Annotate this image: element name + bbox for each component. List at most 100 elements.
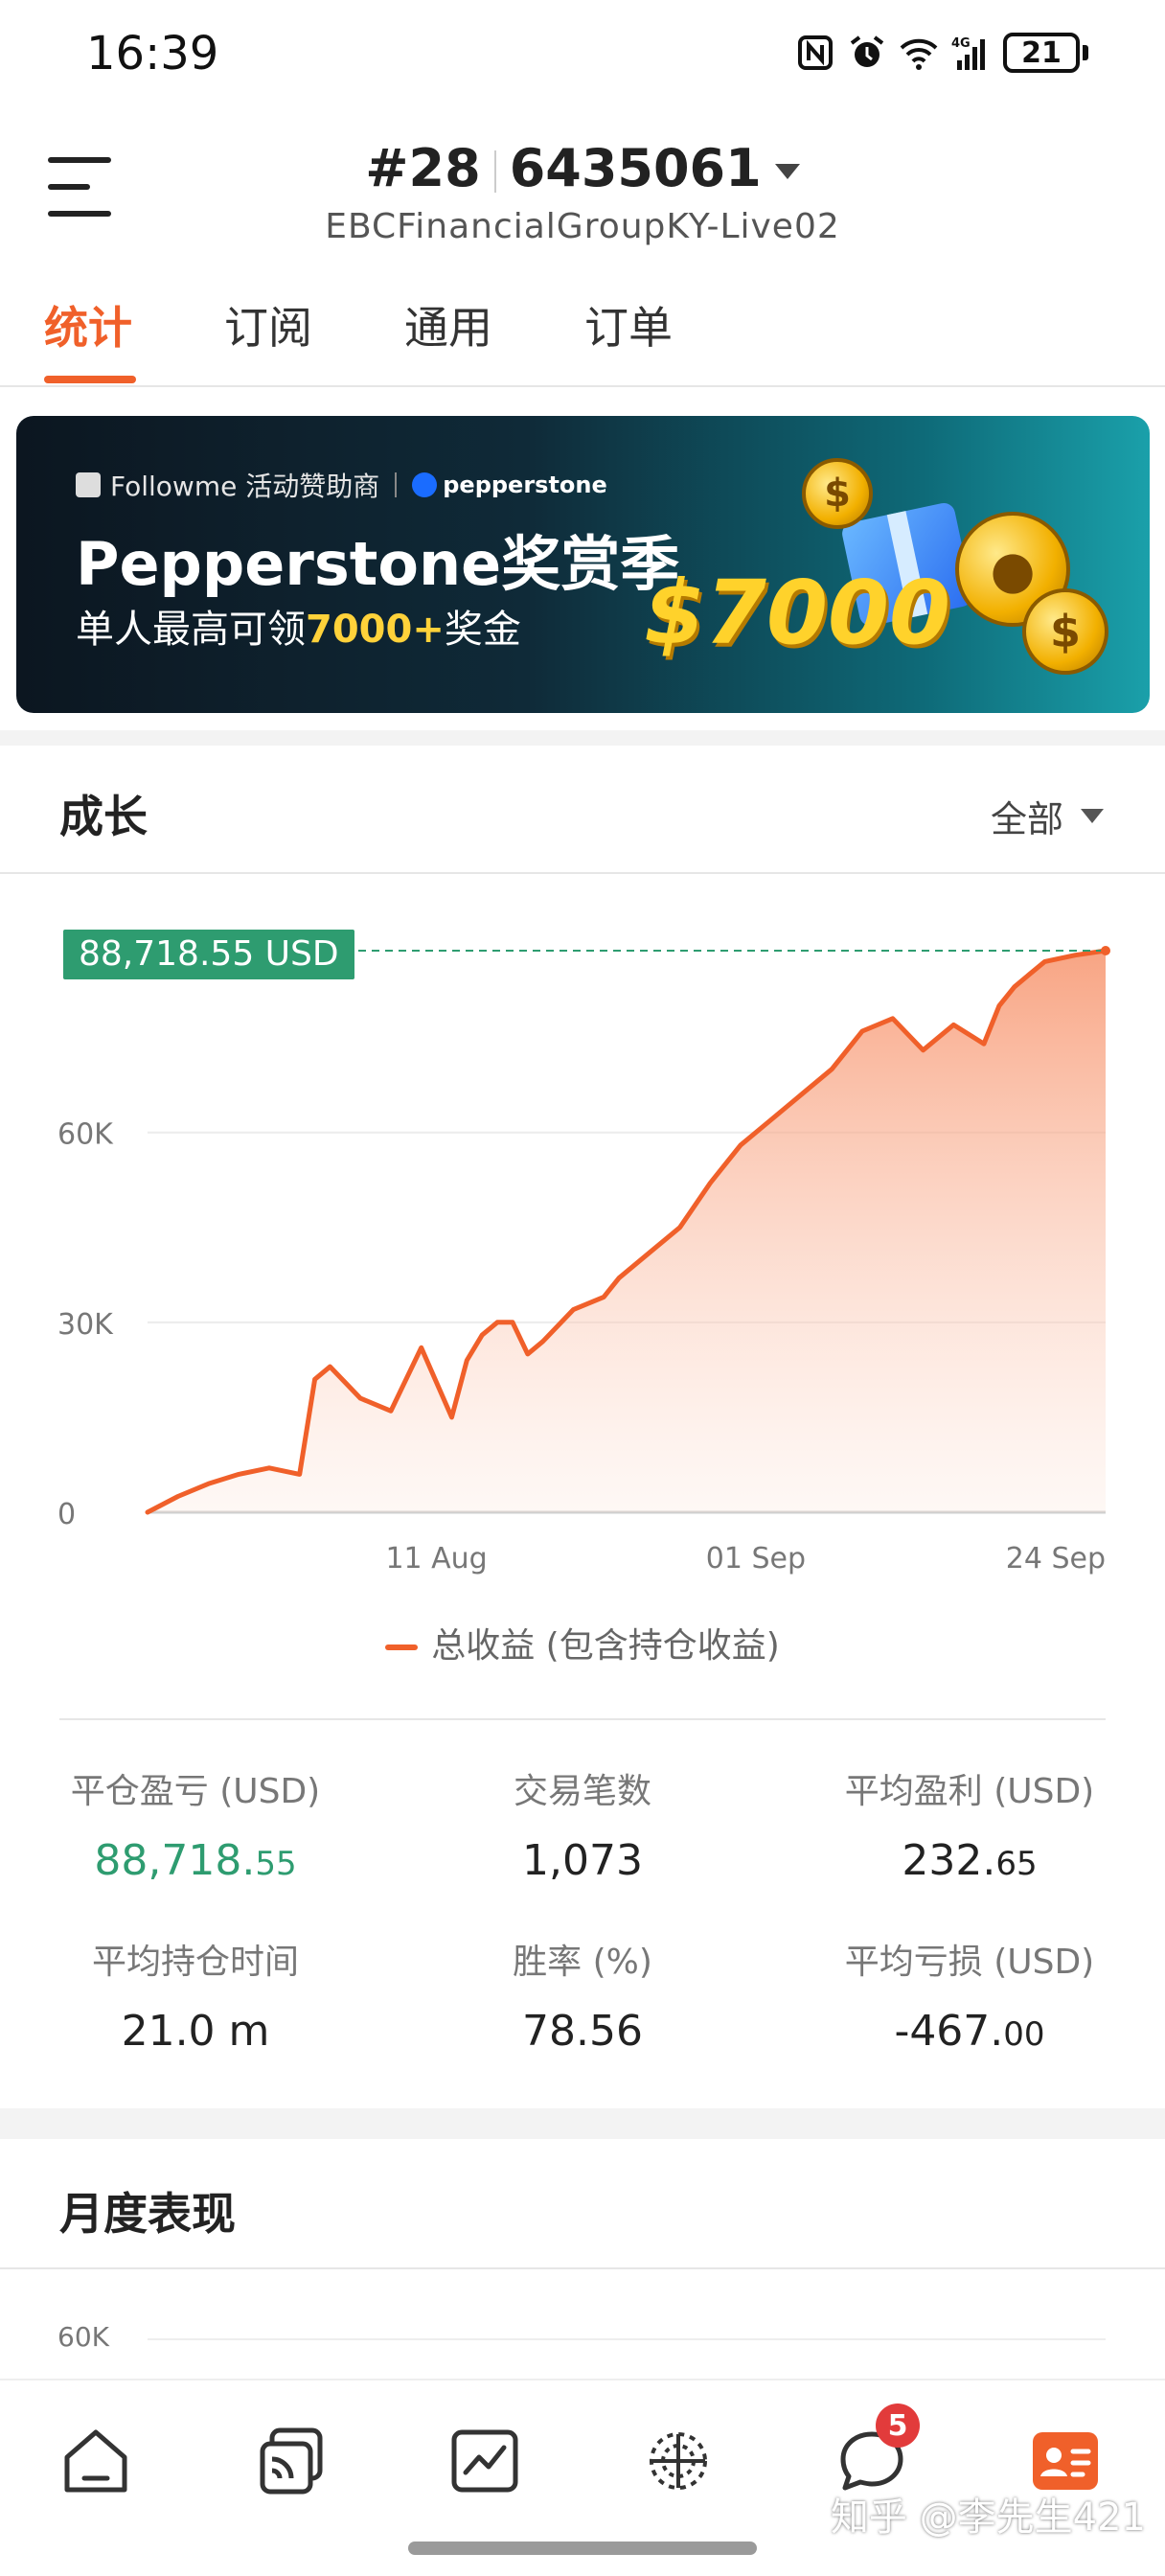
stats-divider — [59, 1718, 1106, 1720]
watermark-text: 知乎 @李先生421 — [830, 2496, 1146, 2540]
stat-avg-loss: 平均亏损 (USD) -467.00 — [788, 1934, 1152, 2056]
account-id: 6435061 — [509, 138, 762, 198]
server-name: EBCFinancialGroupKY-Live02 — [325, 207, 840, 246]
stat-label: 平均盈利 (USD) — [844, 1772, 1095, 1811]
growth-chart[interactable]: 0 30K 60K 11 Aug 01 Sep 24 Sep 88,718.55 USD … — [0, 901, 1165, 1687]
stat-value-int: 1,073 — [522, 1836, 643, 1885]
banner-subtitle-suffix: 奖金 — [444, 608, 521, 652]
alarm-icon — [850, 35, 884, 67]
tab-subscribe[interactable]: 订阅 — [224, 293, 312, 356]
account-selector[interactable]: #28 6435061 — [0, 138, 1165, 198]
divider — [395, 472, 398, 497]
tab-general[interactable]: 通用 — [404, 293, 492, 356]
battery-tip — [1083, 45, 1088, 60]
pepperstone-brand: pepperstone — [443, 472, 607, 498]
separator — [493, 150, 496, 194]
tab-stats[interactable]: 统计 — [44, 293, 132, 356]
pepperstone-logo: pepperstone — [412, 472, 607, 498]
stat-value-int: 78.56 — [522, 2007, 643, 2056]
section-separator — [0, 730, 1165, 746]
legend-label: 总收益 (包含持仓收益) — [431, 1626, 780, 1666]
last-point — [1101, 946, 1110, 955]
coin-icon: $ — [802, 458, 873, 529]
nav-discover[interactable] — [640, 2423, 717, 2499]
y-tick-label: 60K — [57, 1118, 114, 1152]
stat-value-int: 88,718. — [94, 1836, 256, 1885]
growth-section-header: 成长 全部 — [0, 746, 1165, 874]
status-bar: 16:39 4G 21 — [0, 0, 1165, 115]
legend-swatch — [385, 1644, 419, 1650]
stat-avg-hold-time: 平均持仓时间 21.0 m — [13, 1934, 377, 2056]
y-tick-label: 30K — [57, 1308, 114, 1342]
stat-value-dec: 65 — [995, 1845, 1038, 1883]
stat-value-int: -467. — [894, 2007, 1004, 2056]
account-rank: #28 — [365, 138, 481, 198]
coin-icon: $ — [1022, 588, 1108, 675]
banner-subtitle-amount: 7000+ — [306, 608, 445, 652]
stat-value-dec: 55 — [255, 1845, 297, 1883]
sponsor-text: Followme 活动赞助商 — [110, 471, 380, 502]
network-type-label: 4G — [951, 36, 971, 51]
signal-icon: 4G — [951, 36, 985, 70]
banner-subtitle-prefix: 单人最高可领 — [76, 608, 306, 652]
battery-level: 21 — [1003, 33, 1080, 73]
copy-trade-icon — [260, 2427, 323, 2495]
range-selector[interactable]: 全部 — [991, 790, 1104, 842]
nav-chart[interactable] — [446, 2423, 523, 2499]
monthly-title: 月度表现 — [59, 2188, 236, 2240]
stat-label: 交易笔数 — [513, 1772, 651, 1811]
current-value-label: 88,718.55 USD — [63, 930, 354, 979]
series-area — [148, 951, 1106, 1512]
battery-indicator: 21 — [1003, 33, 1088, 73]
pepperstone-logo-icon — [412, 472, 438, 497]
message-badge: 5 — [876, 2404, 920, 2448]
home-icon — [64, 2429, 127, 2493]
x-tick-label: 24 Sep — [1006, 1542, 1106, 1576]
active-tab-indicator — [44, 376, 136, 383]
status-time: 16:39 — [86, 27, 219, 80]
stat-trade-count: 交易笔数 1,073 — [400, 1763, 765, 1885]
chart-icon — [451, 2429, 518, 2493]
range-value: 全部 — [990, 798, 1063, 840]
growth-chart-svg: 0 30K 60K 11 Aug 01 Sep 24 Sep — [57, 946, 1110, 1576]
stat-win-rate: 胜率 (%) 78.56 — [400, 1934, 765, 2056]
discover-icon — [650, 2432, 707, 2490]
stat-value-int: 232. — [902, 1836, 996, 1885]
nfc-icon — [798, 35, 833, 70]
caret-down-icon — [774, 164, 800, 180]
wifi-icon — [900, 38, 938, 70]
stat-label: 平均持仓时间 — [91, 1943, 299, 1982]
stat-label: 平仓盈亏 (USD) — [70, 1772, 321, 1811]
stat-avg-profit: 平均盈利 (USD) 232.65 — [788, 1763, 1152, 1885]
account-header: #28 6435061 EBCFinancialGroupKY-Live02 — [0, 115, 1165, 259]
banner-sponsor-line: Followme 活动赞助商 pepperstone — [76, 466, 607, 504]
stat-value: 21.0 m — [13, 2007, 377, 2056]
banner-big-amount: $7000 — [644, 562, 951, 664]
stat-value-dec: 00 — [1003, 2015, 1045, 2054]
stat-value-int: 21.0 m — [121, 2007, 270, 2056]
growth-title: 成长 — [59, 791, 148, 842]
chart-legend[interactable]: 总收益 (包含持仓收益) — [0, 1618, 1165, 1668]
stat-value: -467.00 — [788, 2007, 1152, 2056]
stat-label: 胜率 (%) — [513, 1943, 652, 1982]
tab-orders[interactable]: 订单 — [584, 293, 673, 356]
nav-home[interactable] — [57, 2423, 134, 2499]
stat-value: 88,718.55 — [13, 1836, 377, 1885]
nav-copy-trade[interactable] — [253, 2423, 330, 2499]
stat-label: 平均亏损 (USD) — [844, 1943, 1095, 1982]
promo-banner[interactable]: Followme 活动赞助商 pepperstone Pepperstone奖赏… — [16, 416, 1150, 713]
section-separator — [0, 2108, 1165, 2139]
banner-subtitle: 单人最高可领7000+奖金 — [76, 598, 521, 654]
stat-value: 1,073 — [400, 1836, 765, 1885]
stat-value: 232.65 — [788, 1836, 1152, 1885]
caret-down-icon — [1081, 809, 1104, 823]
x-tick-label: 01 Sep — [706, 1542, 806, 1576]
stat-closed-pnl: 平仓盈亏 (USD) 88,718.55 — [13, 1763, 377, 1885]
y-tick-label: 0 — [57, 1498, 76, 1531]
status-icons: 4G 21 — [796, 33, 1088, 73]
monthly-axis-label: 60K — [57, 2321, 109, 2353]
home-indicator[interactable] — [408, 2542, 757, 2555]
monthly-gridline — [148, 2338, 1106, 2340]
followme-logo-icon — [76, 472, 101, 497]
stat-value: 78.56 — [400, 2007, 765, 2056]
